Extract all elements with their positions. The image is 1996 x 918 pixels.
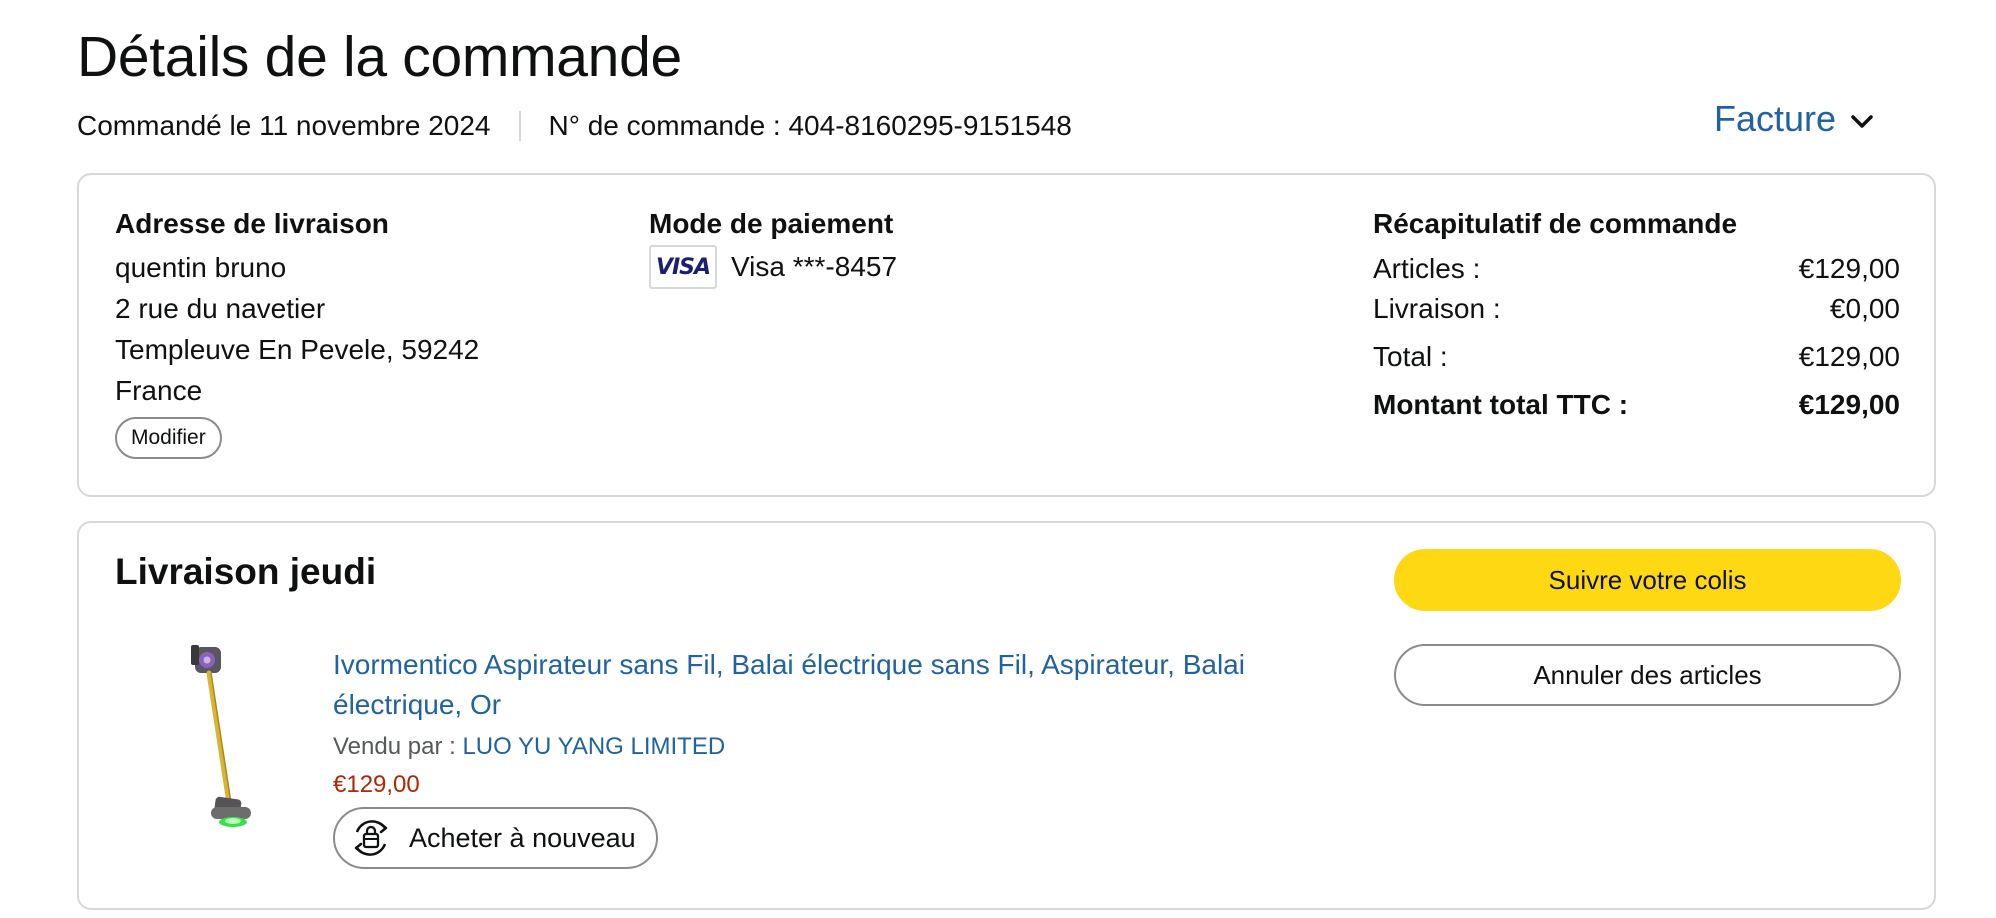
buy-again-label: Acheter à nouveau [409,822,636,853]
order-summary-box: Adresse de livraison quentin bruno 2 rue… [77,173,1936,497]
recap-label: Livraison : [1373,293,1501,324]
shipment-title: Livraison jeudi [115,551,377,592]
recap-value: €0,00 [1829,293,1900,324]
seller-line: Vendu par : LUO YU YANG LIMITED [333,729,1313,765]
product-price: €129,00 [333,771,420,798]
invoice-dropdown[interactable]: Facture [1714,98,1874,140]
recap-row-grand-total: Montant total TTC : €129,00 [1373,385,1900,425]
product-title-link[interactable]: Ivormentico Aspirateur sans Fil, Balai é… [333,645,1313,725]
recap-value: €129,00 [1798,341,1900,372]
recap-row-total: Total : €129,00 [1373,337,1900,377]
payment-heading: Mode de paiement [649,208,894,239]
order-recap: Récapitulatif de commande Articles : €12… [1373,205,1900,425]
order-meta: Commandé le 11 novembre 2024 N° de comma… [77,110,1072,142]
address-city: Templeuve En Pevele, 59242 [115,334,480,365]
recap-label: Montant total TTC : [1373,389,1629,420]
modify-address-button[interactable]: Modifier [115,417,222,459]
buy-again-button[interactable]: Acheter à nouveau [333,807,658,869]
cancel-items-button[interactable]: Annuler des articles [1394,644,1901,706]
order-date: Commandé le 11 novembre 2024 [77,110,491,141]
payment-method: Mode de paiement VISA Visa ***-8457 [649,205,897,289]
order-number: N° de commande : 404-8160295-9151548 [548,110,1072,141]
vacuum-product-image[interactable] [169,643,279,833]
recap-label: Total : [1373,341,1448,372]
seller-link[interactable]: LUO YU YANG LIMITED [462,733,725,760]
recap-value: €129,00 [1798,253,1900,284]
visa-logo-text: VISA [655,254,711,280]
shipping-address: Adresse de livraison quentin bruno 2 rue… [115,205,479,459]
payment-card-label: Visa ***-8457 [731,251,898,282]
page-title: Détails de la commande [77,25,682,89]
shipping-address-heading: Adresse de livraison [115,208,389,239]
recap-heading: Récapitulatif de commande [1373,208,1738,239]
buy-again-icon [354,820,388,856]
track-package-button[interactable]: Suivre votre colis [1394,549,1901,611]
recap-label: Articles : [1373,253,1481,284]
invoice-label: Facture [1713,98,1836,139]
recap-row-shipping: Livraison : €0,00 [1373,289,1900,329]
address-name: quentin bruno [115,252,287,283]
address-street: 2 rue du navetier [115,293,326,324]
chevron-down-icon [1851,115,1873,128]
visa-card-icon: VISA [649,245,717,289]
product-info: Ivormentico Aspirateur sans Fil, Balai é… [333,645,1313,869]
seller-prefix: Vendu par : [333,733,463,760]
recap-value: €129,00 [1798,389,1900,420]
address-country: France [115,375,203,406]
shipment-box: Livraison jeudi Suivre votre colis Annul… [77,521,1936,910]
meta-divider [518,111,521,141]
recap-row-articles: Articles : €129,00 [1373,249,1900,289]
